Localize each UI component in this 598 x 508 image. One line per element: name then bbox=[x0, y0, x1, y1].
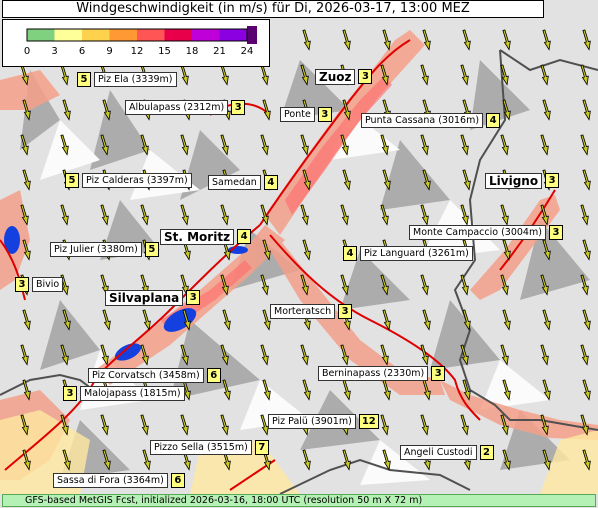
place-label: 3 Bivio bbox=[15, 277, 64, 293]
wind-speed-value: 3 bbox=[15, 277, 29, 292]
place-name: Angeli Custodi bbox=[400, 445, 477, 460]
place-label: Piz Palü (3901m) 12 bbox=[268, 414, 379, 430]
legend-tick-label: 18 bbox=[185, 46, 199, 57]
wind-speed-value: 4 bbox=[263, 175, 278, 190]
legend-ticks: 0 3 6 9 12 15 18 21 24 bbox=[3, 46, 269, 60]
wind-speed-value: 3 bbox=[548, 225, 563, 240]
place-name: Punta Cassana (3016m) bbox=[361, 113, 484, 128]
color-legend: 0 3 6 9 12 15 18 21 24 bbox=[2, 19, 270, 67]
place-name: Piz Corvatsch (3458m) bbox=[88, 368, 204, 383]
legend-tick-label: 3 bbox=[51, 46, 58, 57]
legend-swatch bbox=[82, 29, 110, 41]
legend-swatch bbox=[137, 29, 165, 41]
place-name: Piz Calderas (3397m) bbox=[82, 173, 192, 188]
wind-speed-value: 3 bbox=[186, 290, 201, 305]
legend-swatch bbox=[27, 29, 55, 41]
legend-color-bar bbox=[26, 26, 257, 44]
place-label: Zuoz 3 bbox=[315, 69, 373, 85]
place-label: Monte Campaccio (3004m) 3 bbox=[409, 225, 563, 241]
place-name: Malojapass (1815m) bbox=[80, 386, 185, 401]
place-name: Bivio bbox=[32, 277, 64, 292]
wind-speed-value: 2 bbox=[479, 445, 494, 460]
place-label: 5 Piz Calderas (3397m) bbox=[65, 173, 192, 189]
wind-speed-value: 3 bbox=[338, 304, 353, 319]
legend-tick-label: 15 bbox=[158, 46, 171, 57]
legend-tick-label: 9 bbox=[106, 46, 113, 57]
place-name: Morteratsch bbox=[270, 304, 336, 319]
place-label: 4 Piz Languard (3261m) bbox=[343, 246, 473, 262]
place-label: Piz Julier (3380m) 5 bbox=[50, 242, 159, 258]
place-name: Piz Languard (3261m) bbox=[360, 246, 473, 261]
legend-cap bbox=[247, 26, 257, 44]
place-label: Berninapass (2330m) 3 bbox=[318, 366, 446, 382]
legend-tick-label: 6 bbox=[78, 46, 86, 57]
place-label: Punta Cassana (3016m) 4 bbox=[361, 113, 501, 129]
forecast-footer: GFS-based MetGIS Fcst, initialized 2026-… bbox=[2, 494, 596, 507]
wind-speed-value: 7 bbox=[254, 440, 269, 455]
place-name: Samedan bbox=[208, 175, 261, 190]
wind-speed-value: 6 bbox=[206, 368, 221, 383]
place-label: Sassa di Fora (3364m) 6 bbox=[53, 473, 185, 489]
place-label: St. Moritz 4 bbox=[160, 229, 252, 245]
place-label: Silvaplana 3 bbox=[105, 290, 201, 306]
wind-speed-value: 4 bbox=[237, 229, 252, 244]
place-name: Piz Palü (3901m) bbox=[268, 414, 356, 429]
place-name: Albulapass (2312m) bbox=[125, 100, 229, 115]
place-name: Piz Julier (3380m) bbox=[50, 242, 142, 257]
place-label: 3 Malojapass (1815m) bbox=[63, 386, 185, 402]
place-name: Berninapass (2330m) bbox=[318, 366, 429, 381]
wind-speed-value: 3 bbox=[358, 69, 373, 84]
place-label: Piz Corvatsch (3458m) 6 bbox=[88, 368, 221, 384]
wind-speed-value: 4 bbox=[486, 113, 501, 128]
wind-speed-value: 3 bbox=[231, 100, 246, 115]
wind-speed-value: 3 bbox=[317, 107, 332, 122]
map-title: Windgeschwindigkeit (in m/s) für Di, 202… bbox=[2, 0, 544, 18]
place-name: Zuoz bbox=[315, 69, 356, 85]
place-label: Albulapass (2312m) 3 bbox=[125, 100, 246, 116]
place-name: Silvaplana bbox=[105, 290, 184, 306]
wind-speed-value: 4 bbox=[343, 246, 357, 261]
legend-swatch bbox=[192, 29, 220, 41]
legend-tick-label: 24 bbox=[240, 46, 254, 57]
legend-swatch bbox=[219, 29, 247, 41]
legend-swatch bbox=[109, 29, 137, 41]
legend-swatch bbox=[164, 29, 192, 41]
place-name: Sassa di Fora (3364m) bbox=[53, 473, 168, 488]
place-label: Morteratsch 3 bbox=[270, 304, 353, 320]
legend-tick-label: 0 bbox=[23, 46, 31, 57]
place-label: Angeli Custodi 2 bbox=[400, 445, 494, 461]
place-label: Samedan 4 bbox=[208, 175, 278, 191]
place-name: Monte Campaccio (3004m) bbox=[409, 225, 546, 240]
wind-map: Windgeschwindigkeit (in m/s) für Di, 202… bbox=[0, 0, 598, 508]
legend-swatch bbox=[54, 29, 82, 41]
place-name: St. Moritz bbox=[160, 229, 235, 245]
place-label: Livigno 3 bbox=[485, 173, 560, 189]
place-label: Pizzo Sella (3515m) 7 bbox=[150, 440, 269, 456]
wind-speed-value: 3 bbox=[545, 173, 560, 188]
wind-speed-value: 6 bbox=[170, 473, 185, 488]
place-name: Piz Ela (3339m) bbox=[94, 72, 177, 87]
wind-speed-value: 3 bbox=[431, 366, 446, 381]
place-name: Ponte bbox=[280, 107, 315, 122]
wind-speed-value: 5 bbox=[65, 173, 79, 188]
wind-speed-value: 3 bbox=[63, 386, 77, 401]
legend-tick-label: 21 bbox=[213, 46, 226, 57]
place-name: Livigno bbox=[485, 173, 543, 189]
place-label: 5 Piz Ela (3339m) bbox=[77, 72, 177, 88]
place-name: Pizzo Sella (3515m) bbox=[150, 440, 252, 455]
wind-speed-value: 5 bbox=[77, 72, 91, 87]
legend-tick-label: 12 bbox=[130, 46, 144, 57]
wind-speed-value: 12 bbox=[358, 414, 379, 429]
wind-speed-value: 5 bbox=[144, 242, 159, 257]
place-label: Ponte 3 bbox=[280, 107, 332, 123]
